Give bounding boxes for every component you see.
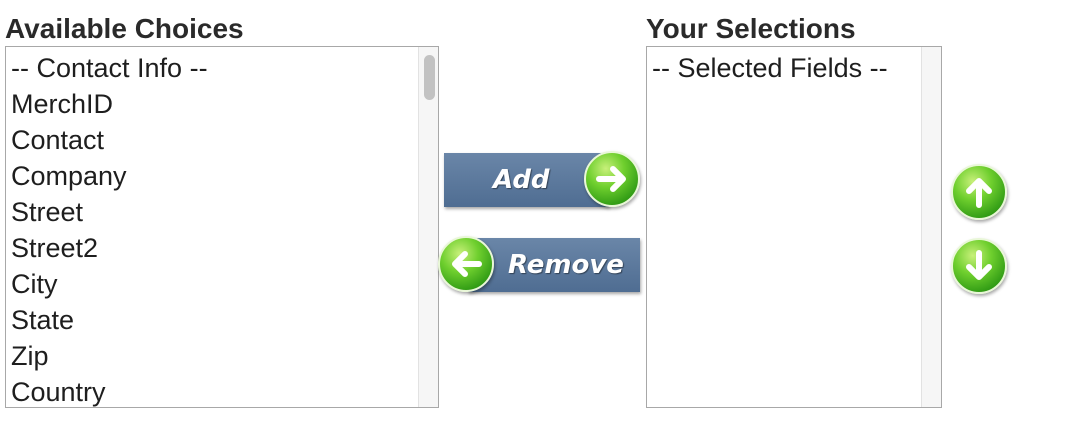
add-button[interactable]: Add <box>444 151 640 207</box>
selected-options: -- Selected Fields -- <box>647 47 888 86</box>
scrollbar-thumb[interactable] <box>424 55 435 100</box>
available-option[interactable]: Contact <box>11 122 208 158</box>
field-selector: Available Choices Your Selections -- Con… <box>0 0 1076 440</box>
available-option[interactable]: MerchID <box>11 86 208 122</box>
selected-option[interactable]: -- Selected Fields -- <box>652 50 888 86</box>
available-list-scrollbar[interactable] <box>418 47 438 407</box>
your-selections-list[interactable]: -- Selected Fields -- <box>646 46 942 408</box>
available-options: -- Contact Info -- MerchID Contact Compa… <box>6 47 208 407</box>
arrow-up-icon <box>951 164 1007 220</box>
available-option[interactable]: Zip <box>11 338 208 374</box>
arrow-right-icon <box>584 151 640 207</box>
available-option[interactable]: State <box>11 302 208 338</box>
add-button-label: Add <box>493 165 550 195</box>
available-choices-heading: Available Choices <box>5 13 244 44</box>
your-selections-heading: Your Selections <box>646 13 856 44</box>
available-option[interactable]: -- Contact Info -- <box>11 50 208 86</box>
arrow-left-icon <box>438 236 494 292</box>
available-option[interactable]: Country <box>11 374 208 407</box>
remove-button[interactable]: Remove <box>438 236 642 292</box>
arrow-down-icon <box>951 238 1007 294</box>
remove-button-label: Remove <box>508 250 624 280</box>
available-option[interactable]: Company <box>11 158 208 194</box>
move-down-button[interactable] <box>951 238 1007 294</box>
move-up-button[interactable] <box>951 164 1007 220</box>
available-option[interactable]: City <box>11 266 208 302</box>
available-option[interactable]: Street <box>11 194 208 230</box>
selections-list-scrollbar[interactable] <box>921 47 941 407</box>
available-choices-list[interactable]: -- Contact Info -- MerchID Contact Compa… <box>5 46 439 408</box>
available-option[interactable]: Street2 <box>11 230 208 266</box>
